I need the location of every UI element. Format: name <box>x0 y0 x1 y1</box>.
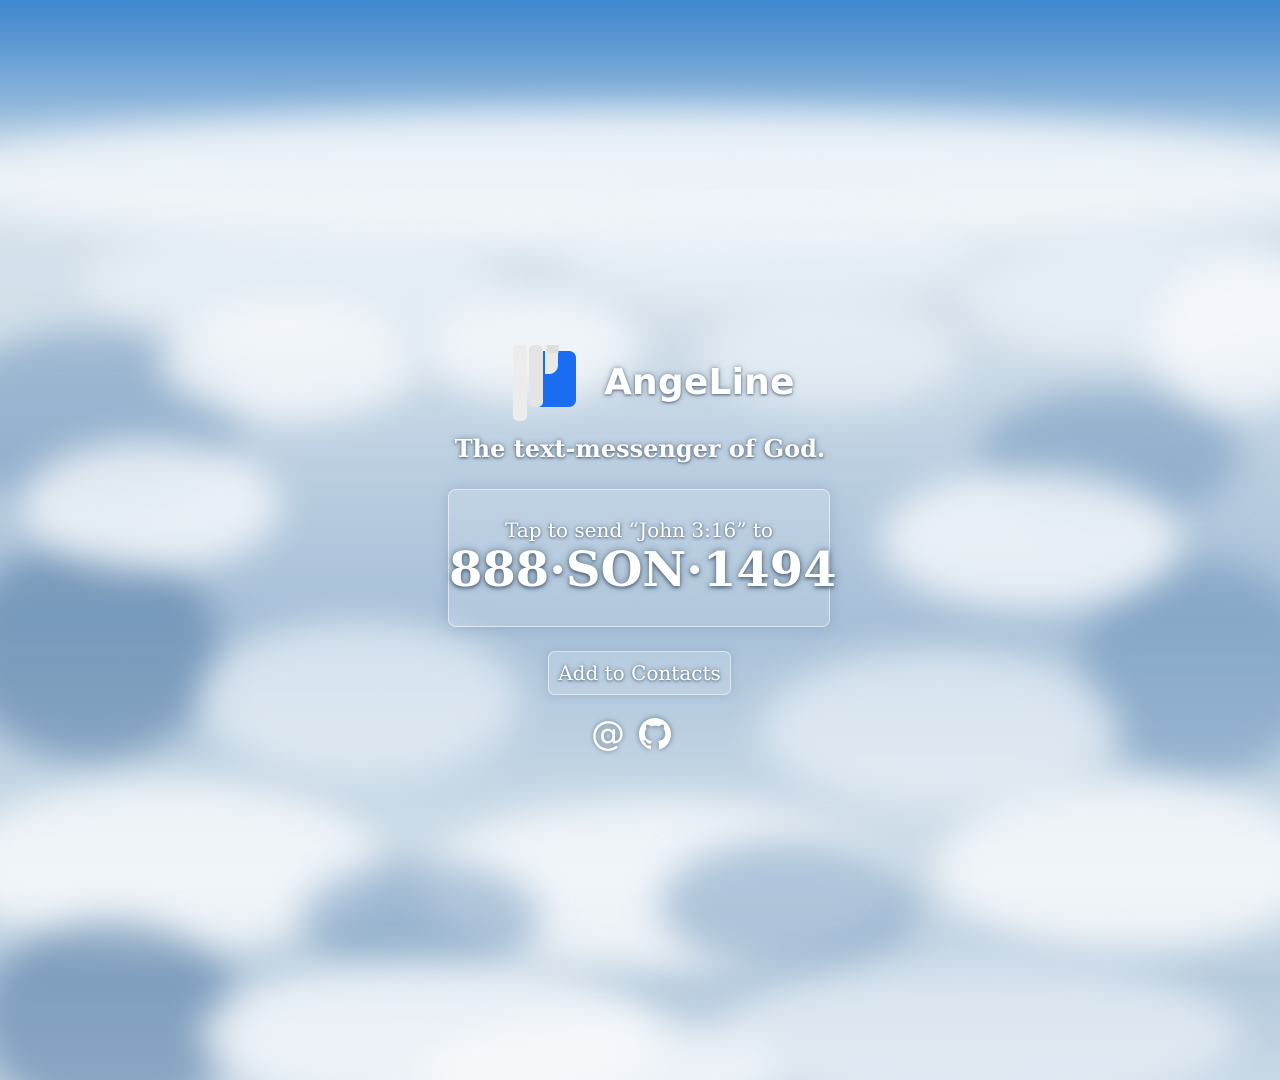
angeline-logo-icon <box>513 345 576 421</box>
send-hint: Tap to send “John 3:16” to <box>505 518 773 542</box>
main-content: AngeLine The text-messenger of God. Tap … <box>0 0 1280 1080</box>
github-link[interactable] <box>627 718 671 750</box>
tagline: The text-messenger of God. <box>454 434 826 463</box>
at-sign-icon: @ <box>591 714 625 754</box>
email-link[interactable]: @ <box>591 716 627 752</box>
social-links: @ <box>591 716 671 752</box>
add-to-contacts-button[interactable]: Add to Contacts <box>548 651 731 695</box>
brand-name: AngeLine <box>604 362 795 403</box>
brand-header: AngeLine <box>513 345 795 421</box>
github-icon <box>639 718 671 750</box>
phone-number: 888·SON·1494 <box>449 542 837 598</box>
send-sms-button[interactable]: Tap to send “John 3:16” to 888·SON·1494 <box>448 489 837 627</box>
